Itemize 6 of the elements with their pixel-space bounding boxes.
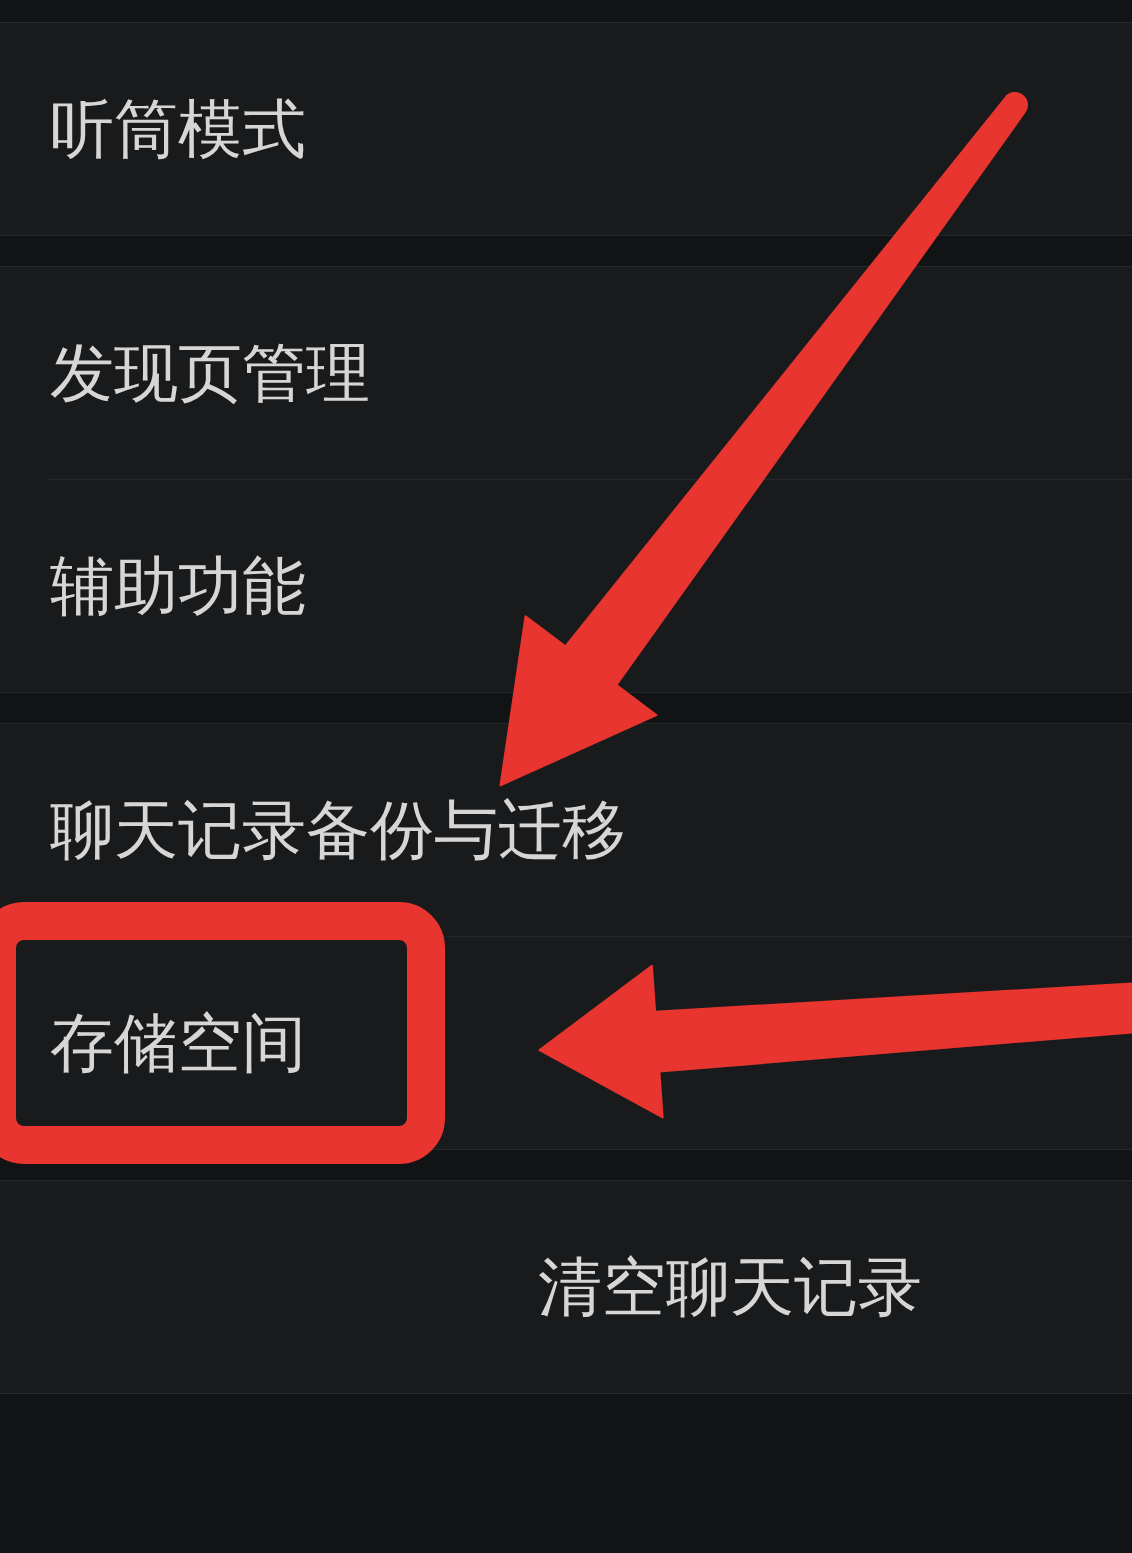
action-button[interactable]: 清空聊天记录 — [0, 1180, 1132, 1394]
settings-item[interactable]: 辅助功能 — [50, 554, 306, 618]
settings-item[interactable]: 发现页管理 — [50, 341, 370, 405]
settings-item[interactable]: 听筒模式 — [50, 97, 306, 161]
settings-item[interactable]: 聊天记录备份与迁移 — [50, 798, 626, 862]
settings-item[interactable]: 存储空间 — [50, 1011, 306, 1075]
